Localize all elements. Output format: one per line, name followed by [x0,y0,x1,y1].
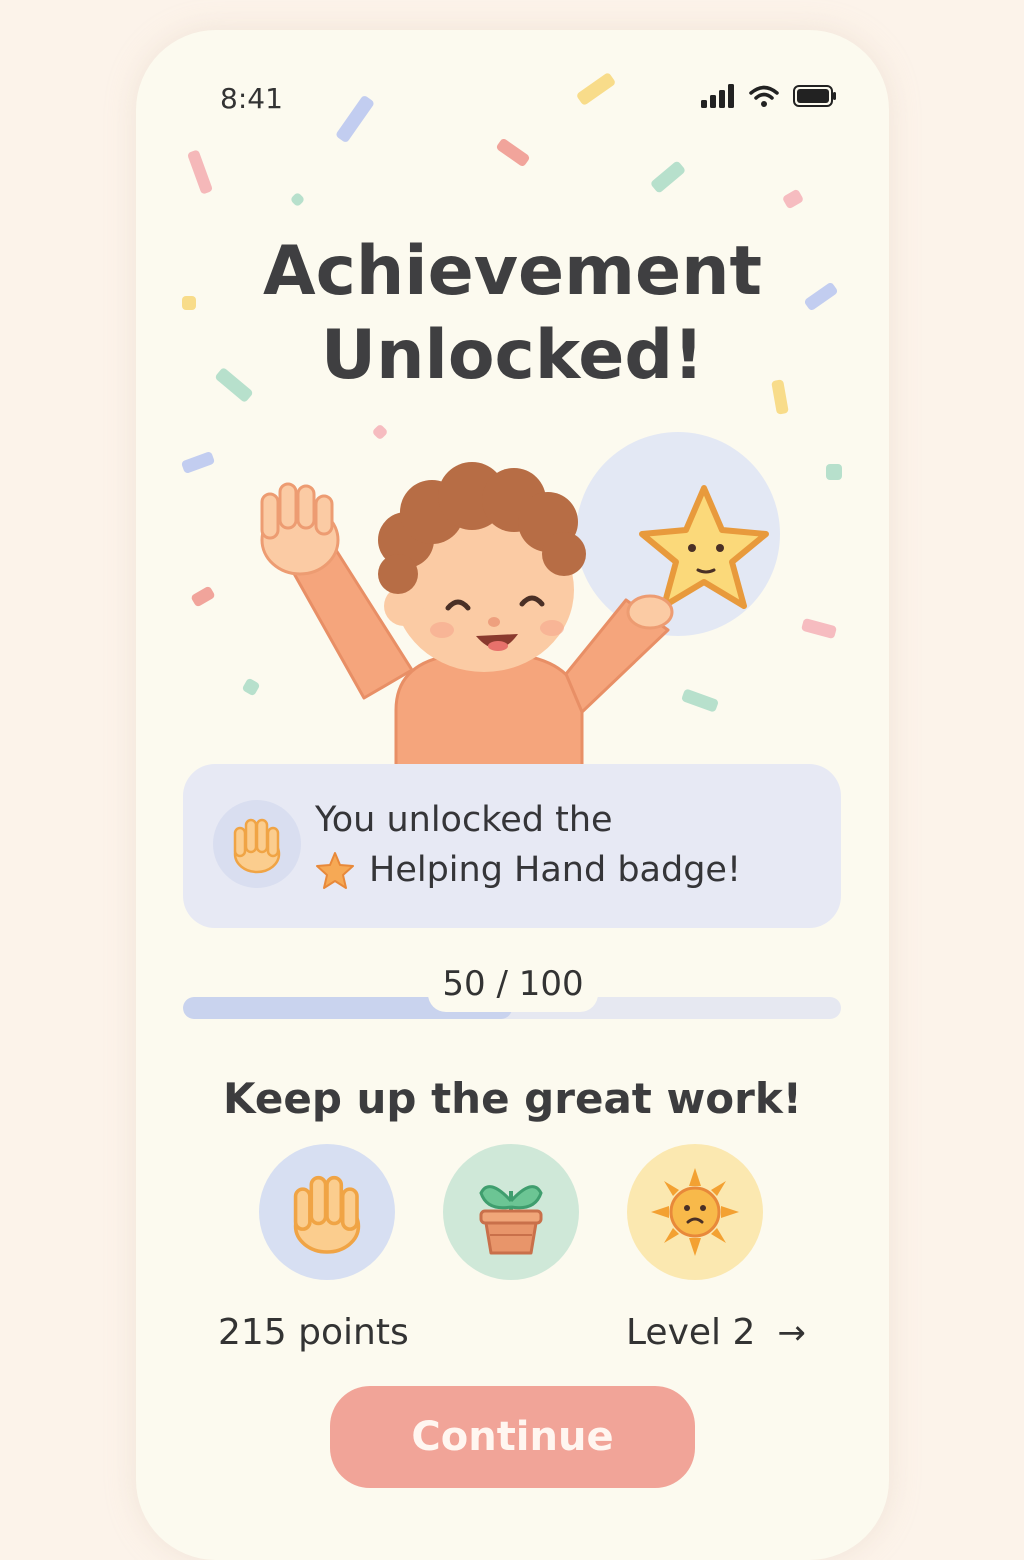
badge-sun[interactable] [627,1144,763,1280]
level-link[interactable]: Level 2 → [626,1312,806,1353]
confetti-piece [495,137,531,168]
badge-plant[interactable] [443,1144,579,1280]
arrow-right-icon: → [777,1312,806,1353]
star-icon [316,852,354,889]
confetti-piece [190,585,216,608]
sun-icon [651,1168,739,1256]
confetti-piece [826,464,842,480]
battery-icon [793,85,836,107]
title-line-2: Unlocked! [320,316,705,395]
hand-icon [293,1175,361,1254]
confetti-piece [649,160,687,194]
confetti-piece [781,188,805,210]
badge-icon-circle [213,800,301,888]
celebration-illustration [260,432,780,766]
hand-icon [233,818,281,874]
wifi-icon [749,85,779,107]
confetti-piece [180,450,216,475]
encouragement-text: Keep up the great work! [223,1074,802,1123]
child-shirt [394,654,584,766]
confetti-piece [289,191,306,208]
points-total: 215 points [218,1312,409,1353]
badge-message-line-2: Helping Hand badge! [315,850,741,890]
badge-unlocked-card: You unlocked the Helping Hand badge! [183,764,841,928]
level-label: Level 2 [626,1312,756,1353]
child-left-hand [260,482,340,576]
badge-message-line-1: You unlocked the [315,800,613,840]
confetti-piece [575,71,617,107]
plant-icon [479,1185,543,1255]
status-icons [701,84,837,108]
badge-hand[interactable] [259,1144,395,1280]
badge-name: Helping Hand badge! [369,850,741,890]
title-line-1: Achievement [262,232,763,311]
signal-icon [701,84,734,108]
confetti-piece [800,617,838,640]
page-title: Achievement Unlocked! [136,230,889,398]
phone-screen: 8:41 Achievement Unlocked! You unlocked … [136,30,889,1560]
status-time: 8:41 [220,82,283,115]
confetti-piece [334,94,376,144]
confetti-piece [186,149,214,195]
progress-label: 50 / 100 [428,956,598,1012]
continue-button[interactable]: Continue [330,1386,695,1488]
